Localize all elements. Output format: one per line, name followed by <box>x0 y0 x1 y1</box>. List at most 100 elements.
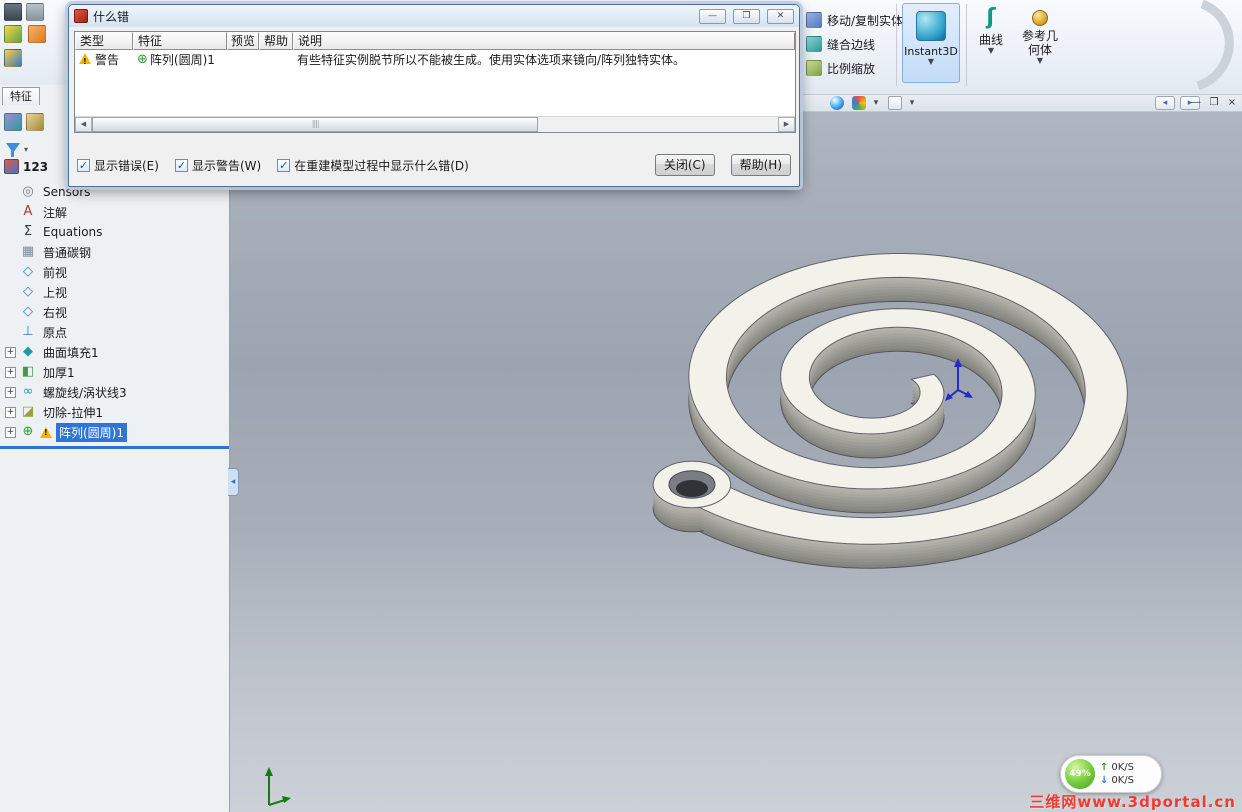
tree-item[interactable]: ◇ 前视 <box>0 262 229 282</box>
scene-settings-icon[interactable] <box>888 96 902 110</box>
rollback-bar[interactable] <box>0 446 229 449</box>
thicken-icon: ◧ <box>21 364 35 379</box>
scrollbar-thumb[interactable] <box>92 117 539 132</box>
tree-item[interactable]: + ◧ 加厚1 <box>0 362 229 382</box>
panel-splitter-handle[interactable]: ◂ <box>228 468 239 496</box>
help-button[interactable]: 帮助(H) <box>730 154 791 176</box>
chevron-down-icon[interactable]: ▾ <box>907 96 917 110</box>
tree-item[interactable]: + ∞ 螺旋线/涡状线3 <box>0 382 229 402</box>
tree-item[interactable]: ▦ 普通碳钢 <box>0 242 229 262</box>
upload-speed: 0K/S <box>1111 762 1135 773</box>
tree-item[interactable]: + ◆ 曲面填充1 <box>0 342 229 362</box>
quick-access-toolbar <box>0 0 68 85</box>
redo-icon[interactable] <box>28 25 46 43</box>
tree-item[interactable]: A 注解 <box>0 202 229 222</box>
column-header-feature[interactable]: 特征 <box>133 32 227 50</box>
progress-ball: 49% <box>1065 759 1095 789</box>
error-type: 警告 <box>95 53 120 67</box>
tab-features[interactable]: 特征 <box>2 87 40 105</box>
close-pane-button[interactable]: × <box>1224 96 1240 110</box>
expand-toggle-icon[interactable]: + <box>5 366 16 378</box>
minimize-button[interactable]: — <box>699 8 726 24</box>
tree-root-part[interactable]: 123 <box>4 159 48 174</box>
dialog-checkbox[interactable]: ✓ 显示错误(E) <box>77 157 159 174</box>
tree-item-label: 曲面填充1 <box>43 345 99 360</box>
scrollbar-track[interactable] <box>538 117 778 132</box>
expand-toggle-icon[interactable]: + <box>5 386 16 398</box>
model-axis-triad-icon[interactable] <box>942 352 986 404</box>
tree-item[interactable]: ◇ 右视 <box>0 302 229 322</box>
error-feature: 阵列(圆周)1 <box>149 53 215 67</box>
expand-spacer <box>5 307 16 318</box>
configuration-manager-icon[interactable] <box>26 113 44 131</box>
reference-geometry-button[interactable]: 参考几 何体 ▼ <box>1014 3 1066 65</box>
expand-spacer <box>5 327 16 338</box>
sensors-icon: ◎ <box>22 184 34 199</box>
expand-toggle-icon[interactable]: + <box>5 406 16 418</box>
expand-toggle-icon[interactable]: + <box>5 426 16 438</box>
error-row[interactable]: 警告 ⊕ 阵列(圆周)1 有些特征实例脱节所以不能被生成。使用实体选项来镜向/阵… <box>75 50 795 115</box>
render-sphere-icon[interactable] <box>830 96 844 110</box>
column-header-preview[interactable]: 预览 <box>227 32 259 50</box>
expand-spacer <box>5 247 16 258</box>
origin-icon: ⊥ <box>22 324 34 339</box>
whats-wrong-dialog: 什么错 — ❐ ✕ 类型 特征 预览 帮助 说明 警告 ⊕ <box>68 4 800 187</box>
scroll-left-icon[interactable]: ◀ <box>75 117 92 132</box>
download-speed: 0K/S <box>1111 775 1135 786</box>
chevron-down-icon[interactable]: ▾ <box>24 145 28 154</box>
scale-icon <box>806 60 822 76</box>
tree-item[interactable]: Σ Equations <box>0 222 229 242</box>
tree-item-label: 阵列(圆周)1 <box>56 422 127 442</box>
tree-item[interactable]: + ◪ 切除-拉伸1 <box>0 402 229 422</box>
network-speed-widget[interactable]: 49% ↑ 0K/S ↓ 0K/S <box>1060 755 1162 793</box>
column-header-description[interactable]: 说明 <box>293 32 795 50</box>
dialog-checkbox[interactable]: ✓ 在重建模型过程中显示什么错(D) <box>277 157 469 174</box>
curves-button[interactable]: ʃ 曲线 ▼ <box>972 3 1010 55</box>
annotations-icon: A <box>23 204 33 219</box>
minimize-pane-button[interactable]: — <box>1188 96 1204 110</box>
property-manager-icon[interactable] <box>4 113 22 131</box>
window-icon[interactable] <box>26 3 44 21</box>
move-copy-bodies-button[interactable]: 移动/复制实体 <box>806 8 903 32</box>
knit-surface-button[interactable]: 缝合边线 <box>806 32 903 56</box>
whats-wrong-icon <box>74 9 88 23</box>
feature-manager-panel: 特征 ▾ 123 ◎ Sensors A 注解 Σ Equations ▦ 普通碳钢 ◇ 前视 ◇ 上… <box>0 85 230 812</box>
maximize-button[interactable]: ❐ <box>733 8 760 24</box>
reference-geometry-label-2: 何体 <box>1027 43 1052 57</box>
scale-button[interactable]: 比例缩放 <box>806 56 903 80</box>
scale-label: 比例缩放 <box>827 61 876 76</box>
column-header-help[interactable]: 帮助 <box>259 32 293 50</box>
watermark-text: 三维网www.3dportal.cn <box>1029 793 1236 811</box>
instant3d-button[interactable]: Instant3D ▼ <box>902 3 960 83</box>
feature-tree: ◎ Sensors A 注解 Σ Equations ▦ 普通碳钢 ◇ 前视 ◇ 上视 ◇ 右视 ⊥ 原点 + ◆… <box>0 182 229 449</box>
save-icon[interactable] <box>4 49 22 67</box>
checkbox-box-icon[interactable]: ✓ <box>77 158 90 172</box>
tree-item-label: Equations <box>43 225 103 239</box>
checkbox-box-icon[interactable]: ✓ <box>174 158 188 172</box>
chevron-down-icon[interactable]: ▾ <box>871 96 881 110</box>
expand-toggle-icon[interactable]: + <box>5 346 16 358</box>
horizontal-scrollbar[interactable]: ◀ ▶ <box>75 116 795 132</box>
menu-icon[interactable] <box>4 3 22 21</box>
tree-item[interactable]: + ⊕ 阵列(圆周)1 <box>0 422 229 442</box>
origin-triad-icon <box>265 767 291 806</box>
close-button[interactable]: 关闭(C) <box>654 154 715 176</box>
close-icon[interactable]: ✕ <box>767 8 794 24</box>
dialog-titlebar[interactable]: 什么错 — ❐ ✕ <box>69 5 799 27</box>
tree-item-label: 右视 <box>43 305 68 320</box>
restore-pane-button[interactable]: ❐ <box>1206 96 1222 110</box>
column-header-type[interactable]: 类型 <box>75 32 133 50</box>
tree-item[interactable]: ◇ 上视 <box>0 282 229 302</box>
progress-percent: 49% <box>1069 769 1091 779</box>
curves-label: 曲线 <box>978 33 1003 47</box>
previous-view-button[interactable]: ◂ <box>1155 96 1175 110</box>
dialog-checkbox[interactable]: ✓ 显示警告(W) <box>174 157 261 174</box>
scroll-right-icon[interactable]: ▶ <box>778 117 795 132</box>
dialog-options: ✓ 显示错误(E) ✓ 显示警告(W) ✓ 在重建模型过程中显示什么错(D) <box>77 157 469 174</box>
instant3d-icon <box>916 11 946 41</box>
reference-geometry-icon <box>1032 10 1048 26</box>
tree-item[interactable]: ⊥ 原点 <box>0 322 229 342</box>
open-doc-icon[interactable] <box>4 25 22 43</box>
appearance-palette-icon[interactable] <box>852 96 866 110</box>
checkbox-box-icon[interactable]: ✓ <box>277 158 291 172</box>
